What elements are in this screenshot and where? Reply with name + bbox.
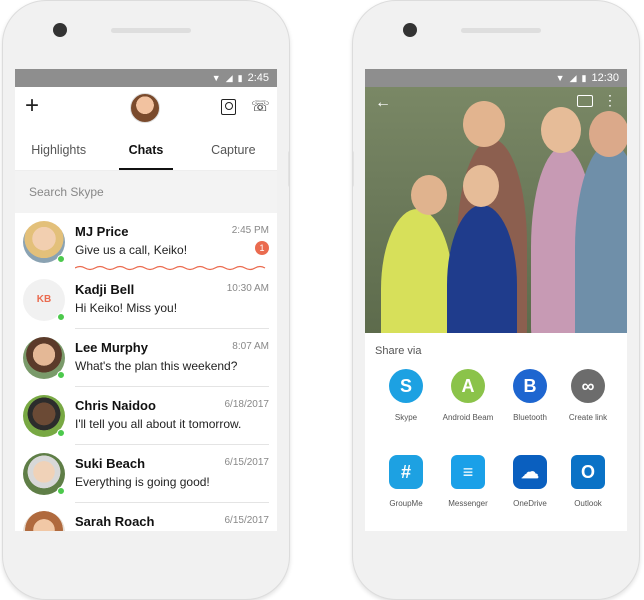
- share-app-label: Outlook: [574, 499, 602, 508]
- status-time: 12:30: [591, 72, 619, 84]
- chat-row-mj-price[interactable]: MJ Price Give us a call, Keiko! 2:45 PM …: [15, 213, 277, 271]
- signal-icon: ◢: [569, 72, 577, 83]
- chat-time: 6/15/2017: [224, 457, 270, 468]
- share-app-label: OneDrive: [513, 499, 547, 508]
- tab-capture[interactable]: Capture: [190, 130, 277, 170]
- tabs: Highlights Chats Capture: [15, 129, 277, 171]
- signal-icon: ◢: [225, 72, 233, 83]
- cast-icon[interactable]: [577, 95, 593, 107]
- share-screen: ▼ ◢ ▮ 12:30 ← ⋮ Share via S Skype A Andr…: [365, 69, 627, 531]
- dialpad-call-icon[interactable]: ☏: [251, 97, 270, 115]
- share-app-bluetooth[interactable]: B Bluetooth: [497, 369, 563, 422]
- online-status-dot: [57, 487, 65, 495]
- volume-button: [353, 151, 354, 187]
- chat-row-suki-beach[interactable]: Suki Beach Everything is going good! 6/1…: [15, 445, 277, 503]
- chat-name: Kadji Bell: [75, 282, 135, 297]
- chat-name: MJ Price: [75, 224, 129, 239]
- bluetooth-icon: B: [513, 369, 547, 403]
- chat-name: Sarah Roach: [75, 514, 155, 529]
- chat-time: 8:07 AM: [232, 341, 269, 352]
- photo-person-head: [411, 175, 447, 215]
- outlook-icon: O: [571, 455, 605, 489]
- earpiece: [461, 28, 541, 33]
- chat-message: I'll tell you all about it tomorrow.: [75, 417, 242, 431]
- share-via-label: Share via: [375, 345, 422, 357]
- active-tab-indicator: [119, 168, 173, 170]
- chat-name: Lee Murphy: [75, 340, 148, 355]
- chat-time: 10:30 AM: [226, 283, 269, 294]
- status-bar: ▼ ◢ ▮ 2:45: [15, 69, 277, 87]
- skype-screen: ▼ ◢ ▮ 2:45 + ☏ Highlights Chats Capture …: [15, 69, 277, 531]
- online-status-dot: [57, 313, 65, 321]
- chat-row-kadji-bell[interactable]: KB Kadji Bell Hi Keiko! Miss you! 10:30 …: [15, 271, 277, 329]
- left-phone: ▼ ◢ ▮ 2:45 + ☏ Highlights Chats Capture …: [2, 0, 290, 600]
- share-app-create-link[interactable]: ∞ Create link: [555, 369, 621, 422]
- photo-person-head: [463, 165, 499, 207]
- online-status-dot: [57, 429, 65, 437]
- share-app-android-beam[interactable]: A Android Beam: [435, 369, 501, 422]
- chat-time: 6/18/2017: [224, 399, 270, 410]
- front-camera: [403, 23, 417, 37]
- photo-person-head: [463, 101, 505, 147]
- onedrive-icon: ☁: [513, 455, 547, 489]
- back-arrow-icon[interactable]: ←: [375, 94, 391, 112]
- chat-row-lee-murphy[interactable]: Lee Murphy What's the plan this weekend?…: [15, 329, 277, 387]
- share-app-label: Bluetooth: [513, 413, 547, 422]
- chat-name: Chris Naidoo: [75, 398, 156, 413]
- messenger-icon: ≡: [451, 455, 485, 489]
- share-app-outlook[interactable]: O Outlook: [555, 455, 621, 508]
- battery-icon: ▮: [581, 72, 587, 83]
- avatar: [23, 511, 65, 531]
- tab-highlights[interactable]: Highlights: [15, 130, 102, 170]
- wifi-icon: ▼: [555, 73, 565, 83]
- share-app-label: Create link: [568, 413, 608, 422]
- chat-message: What's the plan this weekend?: [75, 359, 238, 373]
- online-status-dot: [57, 255, 65, 263]
- photo-person: [381, 209, 453, 333]
- photo-person-head: [541, 107, 581, 153]
- link-icon: ∞: [571, 369, 605, 403]
- chat-row-chris-naidoo[interactable]: Chris Naidoo I'll tell you all about it …: [15, 387, 277, 445]
- wifi-icon: ▼: [211, 73, 221, 83]
- chat-message: Give us a call, Keiko!: [75, 243, 188, 257]
- new-chat-plus-icon[interactable]: +: [25, 94, 39, 118]
- online-status-dot: [57, 371, 65, 379]
- top-bar: + ☏: [15, 87, 277, 129]
- family-photo: ▼ ◢ ▮ 12:30 ← ⋮: [365, 69, 627, 333]
- front-camera: [53, 23, 67, 37]
- right-phone: ▼ ◢ ▮ 12:30 ← ⋮ Share via S Skype A Andr…: [352, 0, 640, 600]
- skype-icon: S: [389, 369, 423, 403]
- more-options-icon[interactable]: ⋮: [603, 92, 617, 109]
- share-app-label: Skype: [394, 413, 418, 422]
- share-app-label: GroupMe: [389, 499, 423, 508]
- unread-badge: 1: [255, 241, 269, 255]
- groupme-icon: #: [389, 455, 423, 489]
- power-button: [288, 151, 289, 187]
- share-app-skype[interactable]: S Skype: [373, 369, 439, 422]
- chat-message: Hi Keiko! Miss you!: [75, 301, 178, 315]
- chat-name: Suki Beach: [75, 456, 146, 471]
- chat-time: 6/15/2017: [224, 515, 270, 526]
- share-app-label: Android Beam: [442, 413, 494, 422]
- share-app-onedrive[interactable]: ☁ OneDrive: [497, 455, 563, 508]
- tab-chats[interactable]: Chats: [102, 130, 189, 170]
- search-input[interactable]: Search Skype: [15, 171, 277, 213]
- share-app-label: Messenger: [448, 499, 488, 508]
- battery-icon: ▮: [237, 72, 243, 83]
- android-beam-icon: A: [451, 369, 485, 403]
- profile-avatar[interactable]: [130, 93, 160, 123]
- share-app-groupme[interactable]: # GroupMe: [373, 455, 439, 508]
- chat-time: 2:45 PM: [231, 225, 269, 236]
- earpiece: [111, 28, 191, 33]
- contacts-icon[interactable]: [221, 99, 236, 115]
- chat-row-sarah-roach[interactable]: Sarah Roach 6/15/2017: [15, 503, 277, 531]
- status-bar: ▼ ◢ ▮ 12:30: [365, 69, 627, 87]
- status-time: 2:45: [247, 72, 269, 84]
- share-app-messenger[interactable]: ≡ Messenger: [435, 455, 501, 508]
- photo-person-head: [589, 111, 627, 157]
- chat-message: Everything is going good!: [75, 475, 210, 489]
